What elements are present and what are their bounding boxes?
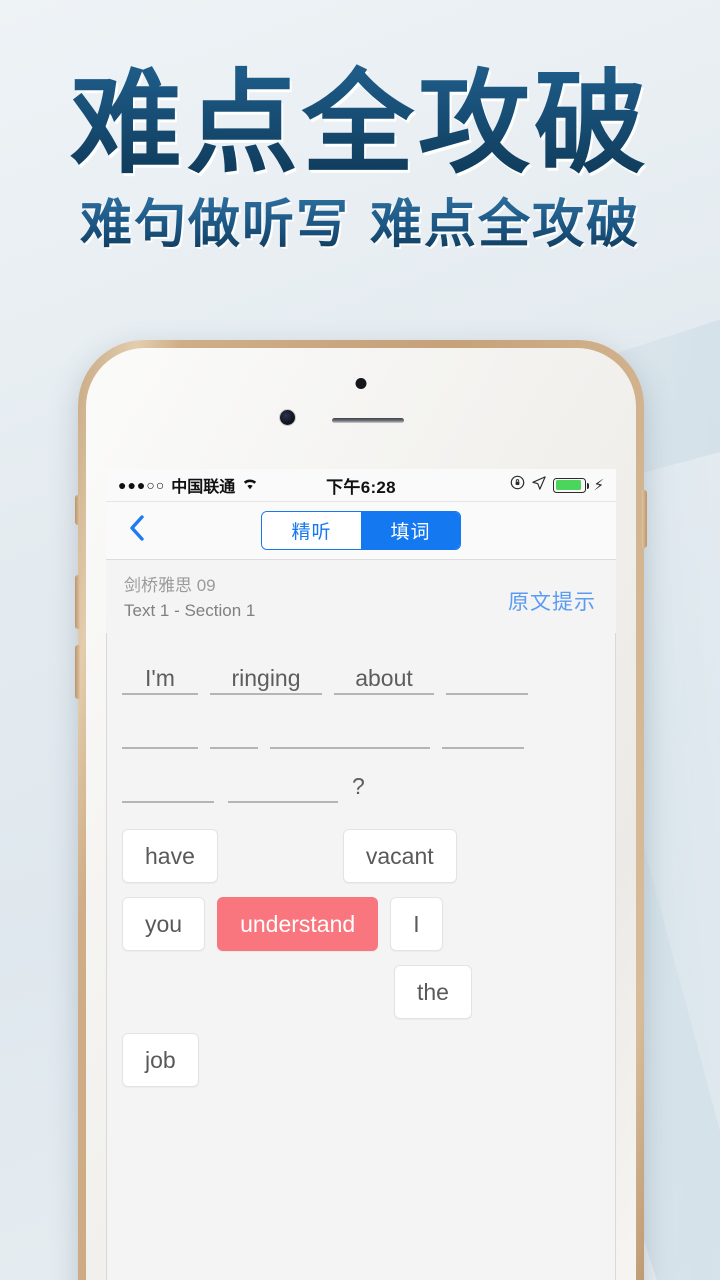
blank-slot[interactable] xyxy=(446,663,528,696)
poster-headline: 难点全攻破 xyxy=(0,0,720,180)
chevron-left-icon xyxy=(128,515,145,546)
tab-fill-words[interactable]: 填词 xyxy=(361,512,460,549)
word-bank-row: you understand I xyxy=(122,897,600,952)
blank-row: ? xyxy=(122,771,600,804)
poster-subline: 难句做听写 难点全攻破 xyxy=(0,196,720,253)
blank-slot[interactable]: about xyxy=(334,663,434,696)
blank-slot[interactable] xyxy=(210,717,258,750)
status-bar-right: ⚡ xyxy=(396,475,604,495)
earpiece-speaker-icon xyxy=(332,418,404,423)
lock-rotation-icon xyxy=(510,475,525,495)
transcript-hint-button[interactable]: 原文提示 xyxy=(508,574,598,616)
clock-label: 下午6:28 xyxy=(326,477,396,497)
proximity-sensor-icon xyxy=(355,378,367,389)
signal-strength-icon: ●●●○○ xyxy=(118,477,166,493)
lesson-meta-text: 剑桥雅思 09 Text 1 - Section 1 xyxy=(124,574,508,623)
blank-slot[interactable]: I'm xyxy=(122,663,198,696)
location-arrow-icon xyxy=(532,475,547,495)
wifi-icon xyxy=(241,475,259,495)
blank-row: I'm ringing about xyxy=(122,663,600,696)
sentence-punctuation: ? xyxy=(352,773,365,800)
phone-screen: ●●●○○ 中国联通 下午6:28 ⚡ 精听 填词 剑桥雅思 09 Text 1… xyxy=(106,469,616,1280)
word-tile-understand[interactable]: understand xyxy=(217,897,379,952)
blank-slot[interactable] xyxy=(122,771,214,804)
word-bank-row: the xyxy=(122,965,600,1020)
answer-blanks-area: I'm ringing about ? xyxy=(106,633,616,804)
volume-up-button[interactable] xyxy=(75,575,80,629)
carrier-label: 中国联通 xyxy=(171,479,236,496)
word-bank: have vacant you understand I the job xyxy=(106,815,616,1088)
blank-slot[interactable] xyxy=(270,717,430,750)
book-title: 剑桥雅思 09 xyxy=(124,576,216,595)
front-camera-icon xyxy=(280,410,295,425)
lightning-bolt-icon: ⚡ xyxy=(593,476,605,494)
word-tile-you[interactable]: you xyxy=(122,897,206,952)
blank-row xyxy=(122,717,600,750)
status-bar: ●●●○○ 中国联通 下午6:28 ⚡ xyxy=(106,469,616,502)
word-tile-have[interactable]: have xyxy=(122,829,218,884)
mode-segmented-control[interactable]: 精听 填词 xyxy=(261,511,461,550)
blank-slot[interactable] xyxy=(228,771,338,804)
word-tile-job[interactable]: job xyxy=(122,1033,199,1088)
volume-down-button[interactable] xyxy=(75,645,80,699)
poster-root: 难点全攻破 难句做听写 难点全攻破 ●●●○○ 中国联通 下午6:28 ⚡ 精听… xyxy=(0,0,720,1280)
word-tile-vacant[interactable]: vacant xyxy=(342,829,457,884)
status-bar-left: ●●●○○ 中国联通 xyxy=(118,473,326,497)
battery-icon xyxy=(553,477,590,493)
section-title: Text 1 - Section 1 xyxy=(124,600,256,620)
back-button[interactable] xyxy=(122,515,150,546)
lesson-meta: 剑桥雅思 09 Text 1 - Section 1 原文提示 xyxy=(106,560,616,634)
blank-slot[interactable]: ringing xyxy=(210,663,322,696)
blank-slot[interactable] xyxy=(442,717,524,750)
word-tile-the[interactable]: the xyxy=(394,965,472,1020)
tab-intensive-listening[interactable]: 精听 xyxy=(262,512,361,549)
blank-slot[interactable] xyxy=(122,717,198,750)
power-button[interactable] xyxy=(642,490,647,548)
word-tile-i[interactable]: I xyxy=(390,897,443,952)
word-bank-row: job xyxy=(122,1033,600,1088)
mute-switch[interactable] xyxy=(75,495,80,525)
word-bank-row: have vacant xyxy=(122,829,600,884)
phone-device-frame: ●●●○○ 中国联通 下午6:28 ⚡ 精听 填词 剑桥雅思 09 Text 1… xyxy=(75,340,647,1280)
nav-bar: 精听 填词 xyxy=(106,502,616,560)
poster-text-block: 难点全攻破 难句做听写 难点全攻破 xyxy=(0,0,720,254)
phone-front-panel: ●●●○○ 中国联通 下午6:28 ⚡ 精听 填词 剑桥雅思 09 Text 1… xyxy=(86,348,636,1280)
